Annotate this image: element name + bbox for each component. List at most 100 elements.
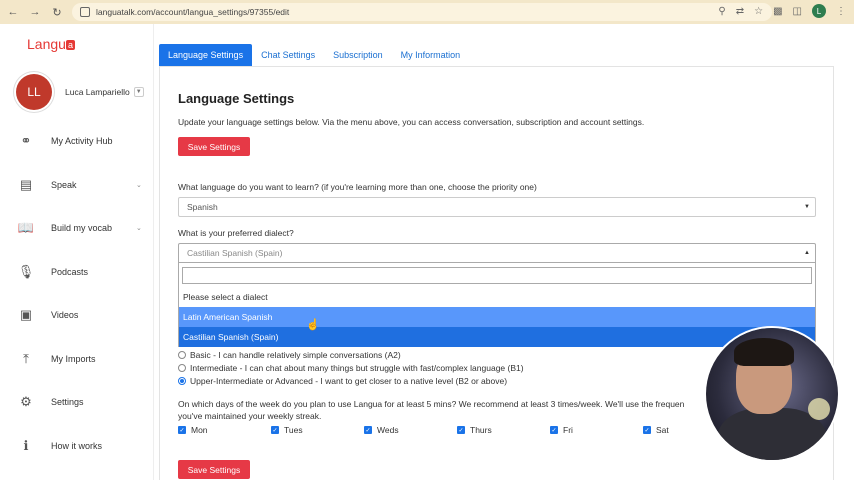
menu-icon[interactable]: ⋮ xyxy=(836,6,846,17)
translate-icon[interactable]: ⇄ xyxy=(736,6,744,17)
day-checkbox-weds[interactable]: ✓ Weds xyxy=(364,425,399,435)
chevron-up-icon: ▲ xyxy=(804,250,810,256)
sidebar-item-label: How it works xyxy=(51,441,103,451)
day-label: Fri xyxy=(563,425,573,435)
extensions-icon[interactable]: ▩ xyxy=(773,6,782,17)
logo-badge: a xyxy=(65,40,75,51)
chevron-down-icon[interactable]: ⌄ xyxy=(136,224,142,232)
tab-chat-settings[interactable]: Chat Settings xyxy=(252,44,324,66)
day-checkbox-fri[interactable]: ✓ Fri xyxy=(550,425,573,435)
sidebar-item-label: My Activity Hub xyxy=(51,136,113,146)
days-question-line-1: On which days of the week do you plan to… xyxy=(178,399,685,409)
dialect-option-latam[interactable]: Latin American Spanish xyxy=(179,307,815,327)
reload-icon[interactable]: ↻ xyxy=(48,3,66,21)
level-label: Intermediate - I can chat about many thi… xyxy=(190,363,524,373)
check-icon[interactable]: ✓ xyxy=(643,426,651,434)
video-icon: ▣ xyxy=(19,307,33,322)
radio-button-selected[interactable] xyxy=(178,377,186,385)
address-bar[interactable]: languatalk.com/account/langua_settings/9… xyxy=(72,3,772,21)
tab-language-settings[interactable]: Language Settings xyxy=(159,44,253,66)
webcam-overlay xyxy=(706,328,838,460)
check-icon[interactable]: ✓ xyxy=(364,426,372,434)
sidebar: Langu a LL Luca Lampariello ▼ ⚭ My Activi… xyxy=(0,24,154,480)
sidebar-item-label: Speak xyxy=(51,180,77,190)
sidebar-item-label: Videos xyxy=(51,310,79,320)
sidebar-item-label: Settings xyxy=(51,397,84,407)
chevron-down-icon[interactable]: ▼ xyxy=(133,87,144,97)
language-question: What language do you want to learn? (if … xyxy=(178,182,537,192)
chevron-down-icon: ▼ xyxy=(804,204,810,210)
day-checkbox-tues[interactable]: ✓ Tues xyxy=(271,425,303,435)
sidebar-item-videos[interactable]: ▣ Videos xyxy=(0,300,154,330)
settings-tabs: Language Settings Chat Settings Subscrip… xyxy=(159,44,469,66)
day-checkbox-thurs[interactable]: ✓ Thurs xyxy=(457,425,492,435)
dialect-option-castilian[interactable]: Castilian Spanish (Spain) xyxy=(179,327,815,347)
day-checkbox-sat[interactable]: ✓ Sat xyxy=(643,425,669,435)
back-icon[interactable]: ← xyxy=(4,3,22,21)
sidebar-item-imports[interactable]: ⤒ My Imports xyxy=(0,344,154,374)
sidebar-item-label: My Imports xyxy=(51,354,96,364)
logo-text: Langu xyxy=(27,36,66,52)
dialect-option-placeholder[interactable]: Please select a dialect xyxy=(179,287,815,307)
dialect-select-value: Castilian Spanish (Spain) xyxy=(187,248,283,258)
sidebar-item-settings[interactable]: ⚙ Settings xyxy=(0,387,154,417)
save-button-bottom[interactable]: Save Settings xyxy=(178,460,250,479)
dialect-dropdown: Please select a dialect Latin American S… xyxy=(178,263,816,347)
sidebar-item-podcasts[interactable]: 🎙 Podcasts xyxy=(0,257,154,287)
save-button[interactable]: Save Settings xyxy=(178,137,250,156)
key-icon[interactable]: ⚲ xyxy=(718,6,725,17)
dialect-question: What is your preferred dialect? xyxy=(178,228,294,238)
url-text: languatalk.com/account/langua_settings/9… xyxy=(96,7,290,17)
profile-avatar[interactable]: L xyxy=(812,4,826,18)
radio-button[interactable] xyxy=(178,351,186,359)
day-label: Thurs xyxy=(470,425,492,435)
check-icon[interactable]: ✓ xyxy=(457,426,465,434)
book-icon: 📖 xyxy=(17,220,35,235)
microphone-icon: 🎙 xyxy=(17,264,35,279)
activity-icon: ⚭ xyxy=(20,133,32,148)
check-icon[interactable]: ✓ xyxy=(178,426,186,434)
info-icon: ℹ xyxy=(23,438,29,453)
forward-icon[interactable]: → xyxy=(26,3,44,21)
dialect-search-input[interactable] xyxy=(182,267,812,284)
page-title: Language Settings xyxy=(178,91,295,106)
gear-icon: ⚙ xyxy=(20,394,32,409)
user-menu[interactable]: LL Luca Lampariello ▼ xyxy=(16,74,144,110)
days-question-line-2: you've maintained your weekly streak. xyxy=(178,411,322,421)
radio-button[interactable] xyxy=(178,364,186,372)
site-info-icon[interactable] xyxy=(80,7,90,17)
level-label: Upper-Intermediate or Advanced - I want … xyxy=(190,376,508,386)
logo[interactable]: Langu a xyxy=(27,36,75,52)
check-icon[interactable]: ✓ xyxy=(271,426,279,434)
sidebar-item-how-it-works[interactable]: ℹ How it works xyxy=(0,431,154,461)
user-name: Luca Lampariello xyxy=(65,87,130,97)
check-icon[interactable]: ✓ xyxy=(550,426,558,434)
day-checkbox-mon[interactable]: ✓ Mon xyxy=(178,425,208,435)
dialect-select[interactable]: Castilian Spanish (Spain) ▲ xyxy=(178,243,816,263)
level-option-intermediate[interactable]: Intermediate - I can chat about many thi… xyxy=(178,363,524,373)
sidepanel-icon[interactable]: ◫ xyxy=(793,6,802,17)
day-label: Sat xyxy=(656,425,669,435)
tab-my-information[interactable]: My Information xyxy=(392,44,470,66)
browser-toolbar: ← → ↻ languatalk.com/account/langua_sett… xyxy=(0,0,854,24)
sidebar-item-label: Podcasts xyxy=(51,267,89,277)
presenter-hair xyxy=(734,338,794,366)
day-label: Weds xyxy=(377,425,399,435)
language-select-value: Spanish xyxy=(187,202,218,212)
sidebar-item-build-vocab[interactable]: 📖 Build my vocab ⌄ xyxy=(0,213,154,243)
days-question: On which days of the week do you plan to… xyxy=(178,398,708,422)
level-option-basic[interactable]: Basic - I can handle relatively simple c… xyxy=(178,350,401,360)
level-option-advanced[interactable]: Upper-Intermediate or Advanced - I want … xyxy=(178,376,507,386)
language-select[interactable]: Spanish ▼ xyxy=(178,197,816,217)
intro-text: Update your language settings below. Via… xyxy=(178,117,645,127)
level-label: Basic - I can handle relatively simple c… xyxy=(190,350,401,360)
day-label: Mon xyxy=(191,425,208,435)
sidebar-item-activity-hub[interactable]: ⚭ My Activity Hub xyxy=(0,126,154,156)
background-light xyxy=(808,398,830,420)
tab-subscription[interactable]: Subscription xyxy=(324,44,392,66)
sidebar-item-speak[interactable]: ▤ Speak ⌄ xyxy=(0,170,154,200)
avatar: LL xyxy=(16,74,52,110)
chevron-down-icon[interactable]: ⌄ xyxy=(136,181,142,189)
star-icon[interactable]: ☆ xyxy=(754,6,763,17)
upload-icon: ⤒ xyxy=(23,351,29,366)
